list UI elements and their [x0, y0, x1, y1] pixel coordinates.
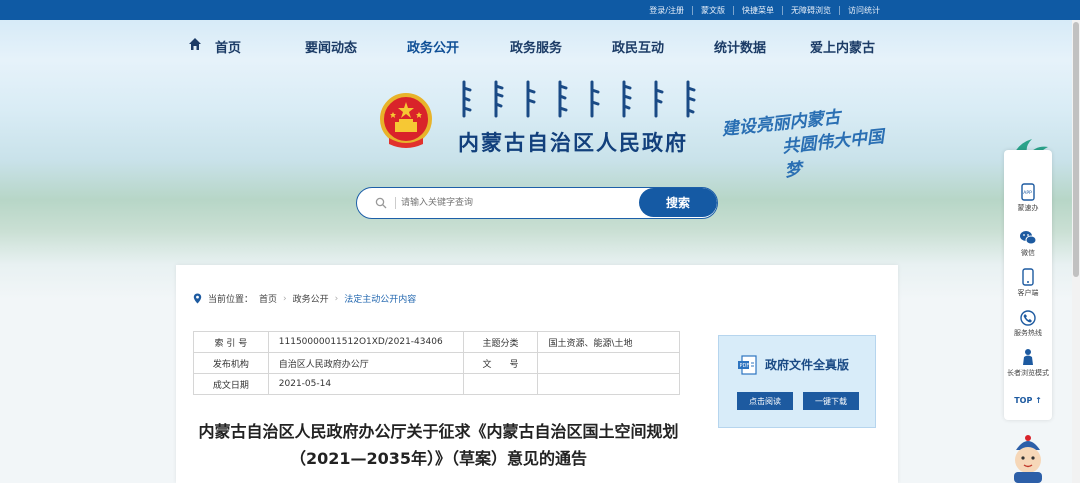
breadcrumb-current[interactable]: 法定主动公开内容 [344, 292, 416, 305]
content-panel: 当前位置： 首页 › 政务公开 › 法定主动公开内容 索 引 号 1115000… [176, 265, 898, 483]
fulltext-title: 政府文件全真版 [765, 358, 850, 372]
side-item-wechat[interactable]: 微信 [1004, 230, 1052, 258]
mascot-icon [1014, 435, 1042, 483]
search-button[interactable]: 搜索 [639, 188, 717, 217]
nav-item-home[interactable]: 首页 [189, 37, 242, 56]
meta-value [537, 373, 680, 395]
side-item-app[interactable]: APP 蒙速办 [1004, 183, 1052, 213]
meta-key: 主题分类 [462, 331, 539, 353]
meta-key [462, 373, 539, 395]
meta-value: 11150000011512O1XD/2021-43406 [267, 331, 464, 353]
mongolian-script-title-icon [462, 80, 696, 118]
svg-text:APP: APP [1023, 190, 1032, 196]
pdf-document-icon: PDF [738, 355, 757, 375]
breadcrumb-prefix: 当前位置： [208, 295, 254, 305]
nav-item-label: 首页 [215, 41, 242, 56]
side-item-label: 客户端 [1017, 289, 1039, 297]
nav-item-statistics[interactable]: 统计数据 [714, 37, 766, 56]
nav-item-gov-affairs-open[interactable]: 政务公开 [407, 37, 459, 56]
download-button[interactable]: 一键下载 [803, 392, 859, 410]
site-title: 内蒙古自治区人民政府 [458, 131, 688, 155]
national-emblem-icon [380, 93, 432, 148]
search-icon [375, 197, 387, 209]
meta-key: 发布机构 [193, 352, 269, 374]
meta-value: 国土资源、能源\土地 [537, 331, 680, 353]
table-row: 索 引 号 11150000011512O1XD/2021-43406 主题分类… [193, 331, 680, 353]
login-register-link[interactable]: 登录/注册 [641, 6, 692, 15]
breadcrumb-home[interactable]: 首页 [259, 292, 277, 305]
table-row: 成文日期 2021-05-14 [193, 373, 680, 395]
search-bar: 搜索 [356, 187, 718, 219]
meta-key: 成文日期 [193, 373, 269, 395]
wechat-icon [1020, 231, 1037, 245]
back-to-top-button[interactable]: TOP ↑ [1004, 396, 1052, 405]
search-input[interactable] [401, 188, 631, 218]
meta-value [537, 352, 680, 374]
breadcrumb: 当前位置： 首页 › 政务公开 › 法定主动公开内容 [193, 292, 416, 305]
fulltext-version-box: PDF 政府文件全真版 点击阅读 一键下载 [718, 335, 876, 428]
slogan: 建设亮丽内蒙古 共圆伟大中国梦 [721, 108, 902, 182]
nav-item-news[interactable]: 要闻动态 [305, 37, 357, 56]
accessibility-link[interactable]: 无障碍浏览 [782, 5, 839, 15]
location-pin-icon [193, 293, 202, 304]
nav-item-interaction[interactable]: 政民互动 [612, 37, 664, 56]
main-nav: 首页 要闻动态 政务公开 政务服务 政民互动 统计数据 爱上内蒙古 [0, 20, 1080, 70]
scrollbar-thumb[interactable] [1073, 22, 1079, 277]
nav-item-love-inner-mongolia[interactable]: 爱上内蒙古 [810, 37, 875, 56]
table-row: 发布机构 自治区人民政府办公厅 文 号 [193, 352, 680, 374]
app-icon: APP [1021, 183, 1035, 201]
elder-mode-icon [1023, 349, 1033, 365]
side-item-mobile-client[interactable]: 客户端 [1004, 268, 1052, 298]
side-toolbar: APP 蒙速办 微信 客户端 服务热线 长者浏览模式 TOP ↑ [1004, 150, 1052, 420]
phone-icon [1020, 310, 1036, 326]
visit-stats-link[interactable]: 访问统计 [839, 5, 888, 15]
side-item-label: 服务热线 [1014, 329, 1042, 337]
side-item-hotline[interactable]: 服务热线 [1004, 310, 1052, 338]
side-item-label: 长者浏览模式 [1007, 369, 1049, 377]
nav-item-gov-services[interactable]: 政务服务 [510, 37, 562, 56]
meta-key: 索 引 号 [193, 331, 269, 353]
breadcrumb-separator: › [334, 293, 339, 304]
read-button[interactable]: 点击阅读 [737, 392, 793, 410]
mongolian-version-link[interactable]: 蒙文版 [692, 5, 733, 15]
search-divider [395, 197, 396, 209]
breadcrumb-gov-affairs-open[interactable]: 政务公开 [293, 292, 329, 305]
home-icon [189, 38, 201, 50]
mobile-icon [1022, 268, 1034, 286]
side-item-label: 蒙速办 [1017, 204, 1039, 212]
side-item-elder-mode[interactable]: 长者浏览模式 [1004, 348, 1052, 378]
meta-value: 2021-05-14 [267, 373, 464, 395]
side-item-label: 微信 [1021, 249, 1035, 257]
meta-key: 文 号 [462, 352, 539, 374]
document-title-line-2: （2021—2035年）》（草案）意见的通告 [289, 449, 588, 468]
document-title-line-1: 内蒙古自治区人民政府办公厅关于征求《内蒙古自治区国土空间规划 [198, 422, 679, 441]
svg-text:PDF: PDF [740, 363, 750, 369]
quick-menu-link[interactable]: 快捷菜单 [733, 5, 782, 15]
top-utility-bar: 登录/注册 蒙文版 快捷菜单 无障碍浏览 访问统计 [0, 0, 1080, 20]
breadcrumb-separator: › [283, 293, 287, 304]
document-metadata-table: 索 引 号 11150000011512O1XD/2021-43406 主题分类… [193, 331, 680, 395]
document-title: 内蒙古自治区人民政府办公厅关于征求《内蒙古自治区国土空间规划 （2021—203… [196, 418, 681, 472]
meta-value: 自治区人民政府办公厅 [267, 352, 464, 374]
